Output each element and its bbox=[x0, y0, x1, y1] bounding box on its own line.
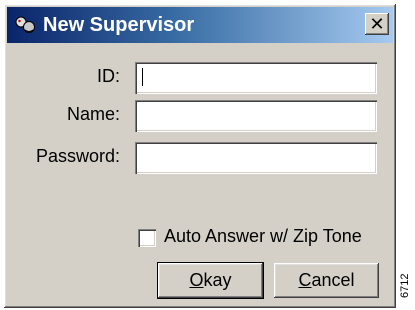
page: New Supervisor ✕ ID: Name: Password: Aut… bbox=[0, 0, 415, 310]
password-label: Password: bbox=[35, 146, 120, 166]
id-field[interactable] bbox=[135, 62, 377, 94]
close-button[interactable]: ✕ bbox=[365, 13, 389, 35]
supervisor-app-icon bbox=[15, 16, 35, 33]
dialog-title: New Supervisor bbox=[43, 14, 195, 36]
auto-answer-label[interactable]: Auto Answer w/ Zip Tone bbox=[164, 226, 362, 247]
cancel-mnemonic: C bbox=[298, 270, 312, 290]
cancel-button[interactable]: Cancel bbox=[274, 263, 379, 298]
password-field[interactable] bbox=[135, 142, 377, 174]
id-label: ID: bbox=[96, 66, 120, 86]
okay-mnemonic: O bbox=[189, 270, 204, 290]
name-label: Name: bbox=[66, 104, 120, 124]
cancel-label-rest: ancel bbox=[311, 270, 355, 290]
okay-label-rest: kay bbox=[203, 270, 232, 290]
text-caret bbox=[142, 68, 143, 86]
title-bar[interactable]: New Supervisor ✕ bbox=[7, 7, 393, 43]
auto-answer-checkbox[interactable] bbox=[138, 229, 156, 247]
okay-button[interactable]: Okay bbox=[157, 262, 264, 299]
figure-code: 6712 bbox=[399, 273, 411, 299]
close-icon: ✕ bbox=[369, 14, 385, 34]
new-supervisor-dialog: New Supervisor ✕ ID: Name: Password: Aut… bbox=[4, 4, 396, 308]
name-field[interactable] bbox=[135, 100, 377, 132]
